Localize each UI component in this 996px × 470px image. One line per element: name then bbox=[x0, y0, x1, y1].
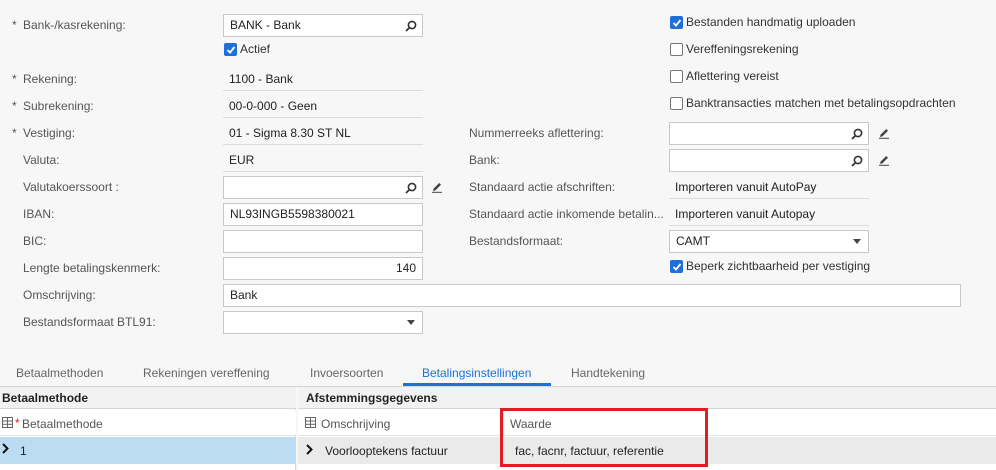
incoming-action-value: Importeren vanuit Autopay bbox=[669, 203, 869, 226]
payment-method-cell[interactable]: 1 bbox=[20, 444, 27, 458]
row-selector-arrow-icon bbox=[306, 444, 313, 458]
tab-payment-methods[interactable]: Betaalmethoden bbox=[16, 366, 103, 380]
branch-value: 01 - Sigma 8.30 ST NL bbox=[223, 122, 423, 145]
manual-upload-label: Bestanden handmatig uploaden bbox=[686, 15, 856, 29]
table-row[interactable] bbox=[0, 437, 296, 464]
numbering-field[interactable] bbox=[669, 122, 869, 145]
clearing-account-label: Vereffeningsrekening bbox=[686, 42, 799, 56]
file-format-select[interactable]: CAMT bbox=[669, 230, 869, 253]
restrict-visibility-label: Beperk zichtbaarheid per vestiging bbox=[686, 259, 871, 273]
statement-action-value: Importeren vanuit AutoPay bbox=[669, 176, 869, 199]
tab-signature[interactable]: Handtekening bbox=[571, 366, 645, 380]
search-icon[interactable] bbox=[400, 15, 422, 36]
column-chooser-icon[interactable] bbox=[2, 417, 13, 431]
incoming-action-label: Standaard actie inkomende betalin... bbox=[469, 207, 664, 221]
reconcile-required-checkbox[interactable] bbox=[670, 70, 683, 83]
cash-account-value: BANK - Bank bbox=[230, 18, 301, 32]
currency-value: EUR bbox=[223, 149, 423, 172]
bank-label: Bank: bbox=[469, 153, 500, 167]
payment-method-column-header[interactable]: Betaalmethode bbox=[22, 417, 103, 431]
edit-pencil-icon[interactable] bbox=[878, 154, 890, 169]
file-format-label: Bestandsformaat: bbox=[469, 234, 564, 248]
iban-label: IBAN: bbox=[23, 207, 55, 221]
clearing-account-checkbox[interactable] bbox=[670, 43, 683, 56]
edit-pencil-icon[interactable] bbox=[431, 181, 443, 196]
account-label: Rekening: bbox=[12, 72, 77, 86]
account-value: 1100 - Bank bbox=[223, 68, 423, 91]
highlight-box bbox=[500, 408, 708, 467]
bic-field[interactable] bbox=[223, 230, 423, 253]
active-checkbox[interactable] bbox=[224, 43, 237, 56]
bank-field[interactable] bbox=[669, 149, 869, 172]
file-format-value: CAMT bbox=[676, 234, 710, 248]
match-transactions-checkbox[interactable] bbox=[670, 97, 683, 110]
description-column-header[interactable]: Omschrijving bbox=[321, 417, 390, 431]
chevron-down-icon[interactable] bbox=[400, 312, 422, 333]
subaccount-value: 00-0-000 - Geen bbox=[223, 95, 423, 118]
reconcile-required-label: Aflettering vereist bbox=[686, 69, 779, 83]
payref-length-label: Lengte betalingskenmerk: bbox=[23, 261, 161, 275]
tab-payment-settings[interactable]: Betalingsinstellingen bbox=[422, 366, 531, 380]
description-field[interactable]: Bank bbox=[223, 284, 961, 307]
branch-label: Vestiging: bbox=[12, 126, 75, 140]
rate-type-label: Valutakoerssoort : bbox=[23, 180, 119, 194]
tab-entry-types[interactable]: Invoersoorten bbox=[310, 366, 383, 380]
description-label: Omschrijving: bbox=[23, 288, 96, 302]
cash-account-field[interactable]: BANK - Bank bbox=[223, 14, 423, 37]
chevron-down-icon[interactable] bbox=[846, 231, 868, 252]
column-chooser-icon[interactable] bbox=[305, 417, 316, 431]
statement-action-label: Standaard actie afschriften: bbox=[469, 180, 616, 194]
payref-length-field[interactable]: 140 bbox=[223, 257, 423, 280]
match-transactions-label: Banktransacties matchen met betalingsopd… bbox=[686, 96, 956, 110]
numbering-label: Nummerreeks aflettering: bbox=[469, 126, 604, 140]
btl91-label: Bestandsformaat BTL91: bbox=[23, 315, 156, 329]
rate-type-field[interactable] bbox=[223, 176, 423, 199]
btl91-select[interactable] bbox=[223, 311, 423, 334]
payment-method-grid-title: Betaalmethode bbox=[2, 391, 89, 405]
active-label: Actief bbox=[240, 42, 271, 56]
search-icon[interactable] bbox=[846, 150, 868, 171]
manual-upload-checkbox[interactable] bbox=[670, 16, 683, 29]
subaccount-label: Subrekening: bbox=[12, 99, 94, 113]
cash-account-label: Bank-/kasrekening: bbox=[12, 18, 126, 32]
tab-clearing-accounts[interactable]: Rekeningen vereffening bbox=[143, 366, 270, 380]
edit-pencil-icon[interactable] bbox=[878, 127, 890, 142]
row-selector-arrow-icon bbox=[2, 443, 9, 457]
description-cell[interactable]: Voorlooptekens factuur bbox=[325, 444, 448, 458]
restrict-visibility-checkbox[interactable] bbox=[670, 260, 683, 273]
search-icon[interactable] bbox=[846, 123, 868, 144]
bic-label: BIC: bbox=[23, 234, 47, 248]
iban-field[interactable]: NL93INGB5598380021 bbox=[223, 203, 423, 226]
search-icon[interactable] bbox=[400, 177, 422, 198]
currency-label: Valuta: bbox=[23, 153, 60, 167]
reconciliation-grid-title: Afstemmingsgegevens bbox=[306, 391, 438, 405]
required-marker: * bbox=[15, 416, 20, 430]
